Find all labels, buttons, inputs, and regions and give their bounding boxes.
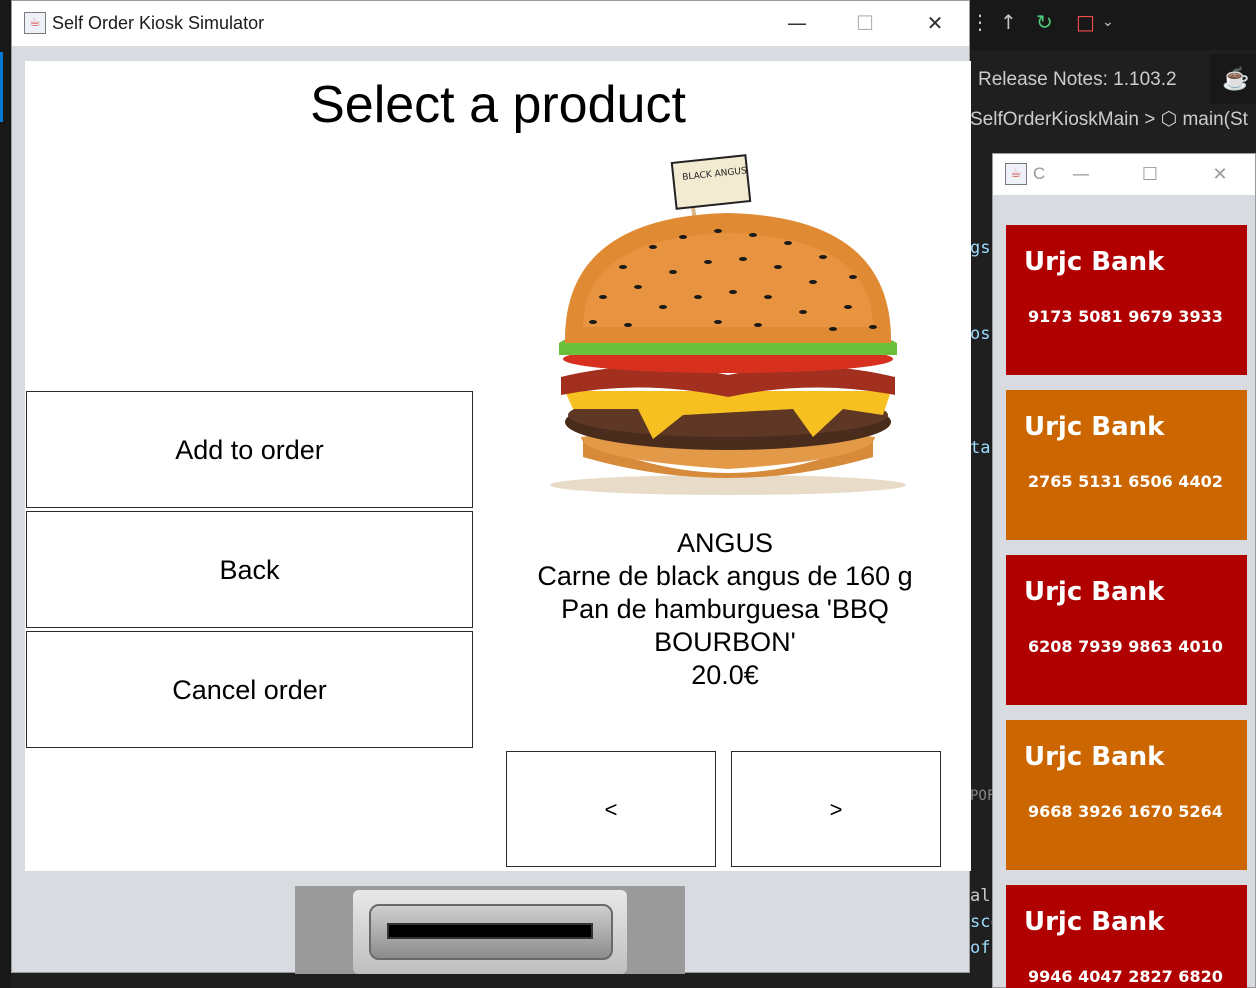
window-titlebar[interactable]: ☕ Self Order Kiosk Simulator — ☐ ✕	[12, 1, 969, 46]
maximize-button[interactable]: ☐	[843, 7, 887, 39]
product-detail-3: BOURBON'	[654, 627, 796, 657]
ide-activity-indicator	[0, 52, 3, 122]
card-selection-window: ☕ C — ☐ ✕ Urjc Bank 9173 5081 9679 3933 …	[992, 153, 1256, 988]
product-price: 20.0€	[691, 660, 759, 690]
close-button[interactable]: ✕	[913, 7, 957, 39]
ide-tab-bar: Release Notes: 1.103.2 ☕	[970, 54, 1256, 104]
code-fragment: ta	[970, 438, 991, 458]
step-out-icon[interactable]: ↑	[1000, 10, 1017, 34]
kiosk-window: ☕ Self Order Kiosk Simulator — ☐ ✕ Selec…	[11, 0, 971, 974]
minimize-button[interactable]: —	[775, 7, 819, 39]
window-title: Self Order Kiosk Simulator	[52, 13, 265, 33]
ide-debug-toolbar: ⋮ ↑ ↻ □ ⌄	[970, 0, 1256, 50]
previous-product-button[interactable]: <	[506, 751, 716, 867]
back-button[interactable]: Back	[26, 511, 473, 628]
card-number: 2765 5131 6506 4402	[1028, 472, 1223, 491]
java-app-icon: ☕	[1005, 163, 1027, 185]
stop-icon[interactable]: □	[1076, 10, 1095, 34]
card-reader-slot[interactable]	[295, 886, 685, 974]
credit-card[interactable]: Urjc Bank 9668 3926 1670 5264	[1006, 720, 1247, 870]
card-slot-opening	[387, 923, 593, 939]
card-bank-name: Urjc Bank	[1024, 907, 1165, 937]
card-window-titlebar[interactable]: ☕ C — ☐ ✕	[993, 154, 1255, 195]
kiosk-content: Select a product Add to order Back Cance…	[25, 61, 971, 871]
card-bank-name: Urjc Bank	[1024, 742, 1165, 772]
step-icon[interactable]: ⋮	[970, 10, 990, 34]
close-button[interactable]: ✕	[1200, 160, 1240, 190]
tab-release-notes[interactable]: Release Notes: 1.103.2	[970, 54, 1210, 104]
breadcrumb[interactable]: SelfOrderKioskMain > ⬡ main(St	[970, 108, 1256, 138]
next-product-button[interactable]: >	[731, 751, 941, 867]
credit-card[interactable]: Urjc Bank 9946 4047 2827 6820	[1006, 885, 1247, 988]
card-number: 9173 5081 9679 3933	[1028, 307, 1223, 326]
card-window-title: C	[1033, 164, 1046, 183]
flag-icon: BLACK ANGUS	[670, 154, 752, 210]
product-name: ANGUS	[676, 528, 774, 558]
java-icon[interactable]: ☕	[1210, 54, 1256, 104]
cancel-order-button[interactable]: Cancel order	[26, 631, 473, 748]
product-detail-1: Carne de black angus de 160 g	[537, 561, 913, 591]
card-reader-bezel	[369, 904, 613, 960]
product-image: BLACK ANGUS	[543, 147, 913, 497]
card-bank-name: Urjc Bank	[1024, 247, 1165, 277]
product-detail-2: Pan de hamburguesa 'BBQ	[561, 594, 889, 624]
card-number: 9946 4047 2827 6820	[1028, 967, 1223, 986]
code-fragment: os	[970, 324, 991, 344]
credit-card[interactable]: Urjc Bank 9173 5081 9679 3933	[1006, 225, 1247, 375]
card-reader-frame	[353, 890, 627, 974]
minimize-button[interactable]: —	[1061, 160, 1101, 190]
burger-illustration: BLACK ANGUS	[550, 154, 906, 495]
product-description: ANGUS Carne de black angus de 160 g Pan …	[495, 527, 955, 692]
card-number: 6208 7939 9863 4010	[1028, 637, 1223, 656]
chevron-down-icon[interactable]: ⌄	[1102, 14, 1114, 30]
credit-card[interactable]: Urjc Bank 6208 7939 9863 4010	[1006, 555, 1247, 705]
maximize-button[interactable]: ☐	[1130, 160, 1170, 190]
credit-card[interactable]: Urjc Bank 2765 5131 6506 4402	[1006, 390, 1247, 540]
tab-label: Release Notes: 1.103.2	[978, 69, 1177, 90]
card-bank-name: Urjc Bank	[1024, 412, 1165, 442]
card-number: 9668 3926 1670 5264	[1028, 802, 1223, 821]
page-title: Select a product	[310, 76, 686, 134]
ide-activity-bar	[0, 0, 11, 988]
add-to-order-button[interactable]: Add to order	[26, 391, 473, 508]
java-app-icon: ☕	[24, 12, 46, 34]
code-fragment: gs	[970, 238, 991, 258]
card-bank-name: Urjc Bank	[1024, 577, 1165, 607]
restart-icon[interactable]: ↻	[1036, 10, 1053, 34]
